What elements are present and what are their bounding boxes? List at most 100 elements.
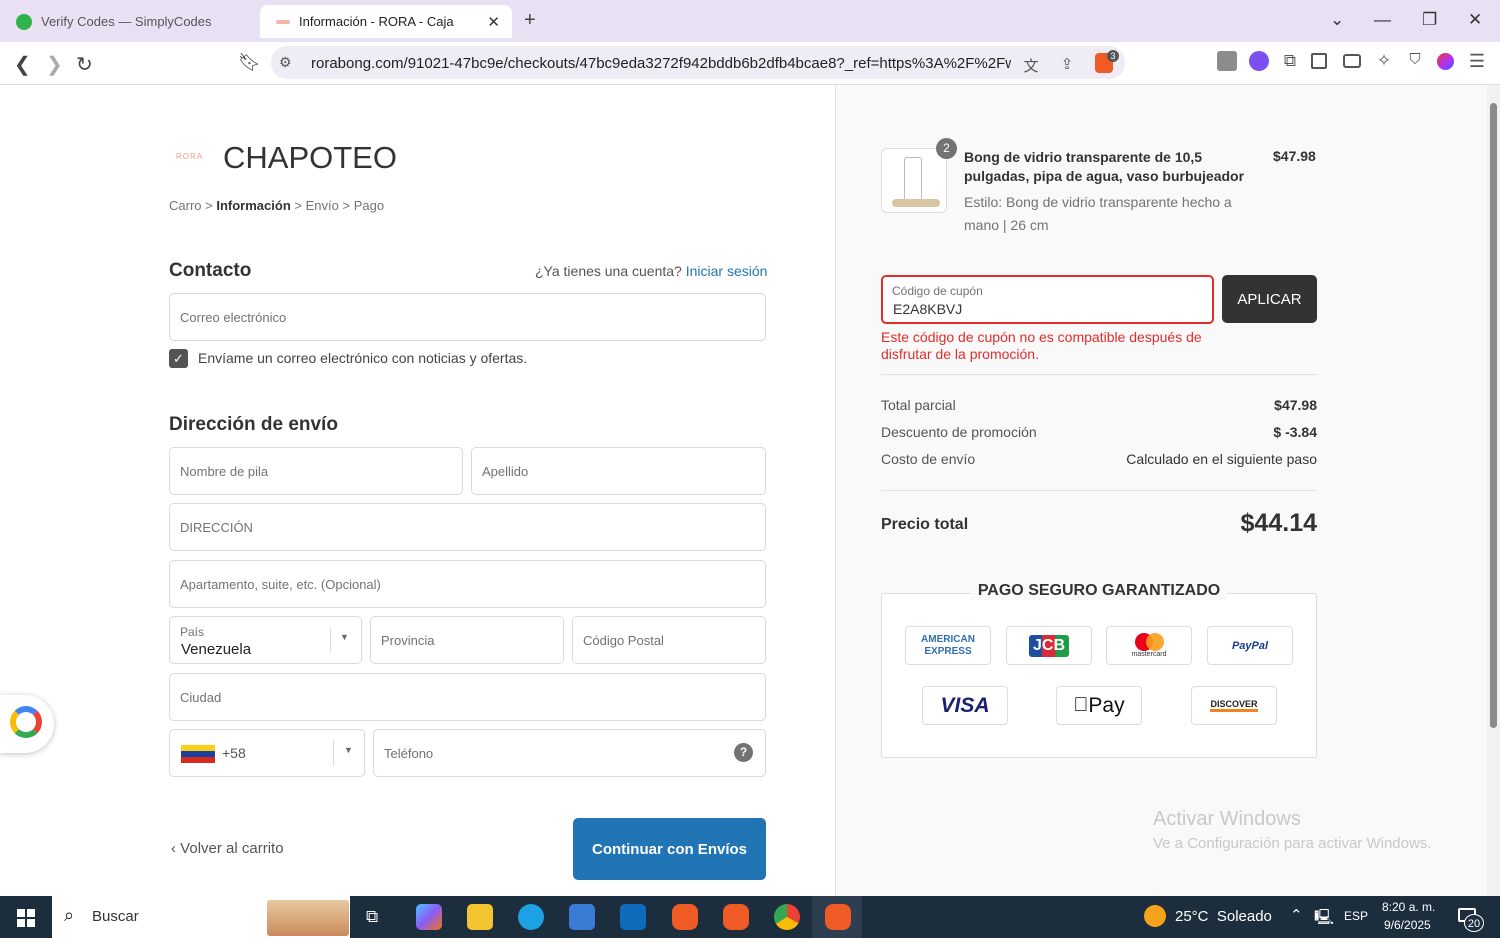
notification-count: 20 xyxy=(1464,914,1484,932)
discount-row: Descuento de promoción $ -3.84 xyxy=(881,424,1317,440)
task-view-icon[interactable]: ⧉ xyxy=(366,907,378,927)
shipping-cost-row: Costo de envío Calculado en el siguiente… xyxy=(881,451,1317,467)
coupon-label: Código de cupón xyxy=(892,284,983,298)
search-icon: ⌕ xyxy=(64,905,75,925)
newsletter-label: Envíame un correo electrónico con notici… xyxy=(198,350,528,366)
store-icon[interactable] xyxy=(569,904,595,930)
visa-text: VISA xyxy=(940,693,990,717)
bookmark-icon[interactable]: 🔖︎ xyxy=(238,52,261,73)
store-name[interactable]: CHAPOTEO xyxy=(223,140,397,176)
amex-text: AMERICAN EXPRESS xyxy=(921,633,975,657)
discover-text: DISCOVER xyxy=(1210,699,1258,712)
share-icon[interactable]: ⇪ xyxy=(1057,55,1077,75)
tab-verify-codes[interactable]: Verify Codes — SimplyCodes xyxy=(0,5,256,38)
clock-date[interactable]: 9/6/2025 xyxy=(1384,918,1431,932)
network-icon[interactable]: 🖳︎ xyxy=(1314,907,1334,932)
page-scrollbar[interactable] xyxy=(1487,85,1500,896)
new-tab-button[interactable]: + xyxy=(524,9,536,32)
secure-payment-title: PAGO SEGURO GARANTIZADO xyxy=(971,582,1227,600)
discover-icon: DISCOVER xyxy=(1191,686,1277,725)
shipping-cost-label: Costo de envío xyxy=(881,451,976,467)
postal-code-field[interactable]: Código Postal xyxy=(572,616,766,664)
breadcrumb-shipping: Envío xyxy=(305,198,339,213)
discount-label: Descuento de promoción xyxy=(881,424,1037,440)
profile-icon[interactable] xyxy=(1437,53,1454,70)
scrollbar-thumb[interactable] xyxy=(1490,103,1497,728)
maximize-button[interactable]: ❐ xyxy=(1422,10,1437,30)
province-field[interactable]: Provincia xyxy=(370,616,564,664)
wallet-icon[interactable] xyxy=(1343,54,1361,68)
brave-icon[interactable] xyxy=(723,904,749,930)
breadcrumb-cart[interactable]: Carro xyxy=(169,198,202,213)
close-window-button[interactable]: ✕ xyxy=(1468,10,1482,30)
chevron-down-icon: ▼ xyxy=(340,632,349,642)
sidebar-icon[interactable] xyxy=(1311,53,1327,69)
mastercard-icon: mastercard xyxy=(1106,626,1192,665)
windows-taskbar: ⌕ Buscar ⧉ 25°C Soleado ⌃ 🖳︎ ESP 8:20 a.… xyxy=(0,896,1500,938)
address-bar: ❮ ❯ ↻ 🔖︎ ⚙ rorabong.com/91021-47bc9e/che… xyxy=(0,42,1500,85)
back-to-cart-link[interactable]: ‹ Volver al carrito xyxy=(171,840,284,857)
chrome-icon[interactable] xyxy=(774,904,800,930)
country-select[interactable]: País Venezuela ▼ xyxy=(169,616,362,664)
file-explorer-icon[interactable] xyxy=(467,904,493,930)
continue-shipping-button[interactable]: Continuar con Envíos xyxy=(573,818,766,880)
language-indicator[interactable]: ESP xyxy=(1344,909,1368,923)
clock-time[interactable]: 8:20 a. m. xyxy=(1382,900,1435,914)
leo-ai-icon[interactable]: ✧ xyxy=(1374,51,1394,71)
tab-list-chevron-icon[interactable]: ⌄ xyxy=(1330,10,1344,30)
amex-icon: AMERICAN EXPRESS xyxy=(905,626,991,665)
first-name-field[interactable]: Nombre de pila xyxy=(169,447,463,495)
brave-icon[interactable] xyxy=(672,904,698,930)
country-value: Venezuela xyxy=(181,641,252,658)
visa-icon: VISA xyxy=(922,686,1008,725)
edge-icon[interactable] xyxy=(518,904,544,930)
forward-icon[interactable]: ❯ xyxy=(46,52,63,77)
copilot-icon[interactable] xyxy=(416,904,442,930)
mastercard-circles xyxy=(1134,633,1164,651)
tab-rora-checkout[interactable]: Información - RORA - Caja ✕ xyxy=(260,5,512,38)
tab-bar: Verify Codes — SimplyCodes Información -… xyxy=(0,0,1500,42)
vpn-shield-icon[interactable]: ⛉ xyxy=(1405,51,1425,71)
google-login-badge[interactable] xyxy=(0,695,54,753)
email-field[interactable]: Correo electrónico xyxy=(169,293,766,341)
back-icon[interactable]: ❮ xyxy=(14,52,31,77)
breadcrumb-separator: > xyxy=(342,198,351,213)
extension-purple-icon[interactable] xyxy=(1249,51,1269,71)
phone-field[interactable]: Teléfono ? xyxy=(373,729,766,777)
activate-windows-title: Activar Windows xyxy=(1153,808,1301,830)
apartment-field[interactable]: Apartamento, suite, etc. (Opcional) xyxy=(169,560,766,608)
translate-icon[interactable]: 文 xyxy=(1021,55,1041,75)
apply-coupon-button[interactable]: APLICAR xyxy=(1222,275,1317,323)
chevron-up-icon[interactable]: ⌃ xyxy=(1290,906,1303,924)
minimize-button[interactable]: — xyxy=(1374,10,1391,30)
city-field[interactable]: Ciudad xyxy=(169,673,766,721)
apartment-placeholder: Apartamento, suite, etc. (Opcional) xyxy=(180,577,381,592)
province-placeholder: Provincia xyxy=(381,633,435,648)
close-tab-icon[interactable]: ✕ xyxy=(487,13,500,31)
address-field[interactable]: DIRECCIÓN xyxy=(169,503,766,551)
phone-country-select[interactable]: +58 ▼ xyxy=(169,729,365,777)
brave-icon[interactable] xyxy=(825,904,851,930)
taskbar-search[interactable]: ⌕ Buscar xyxy=(52,896,350,938)
breadcrumb-info: Información xyxy=(216,198,291,213)
help-icon[interactable]: ? xyxy=(734,743,753,762)
extensions-puzzle-icon[interactable]: ⧉ xyxy=(1280,51,1300,71)
login-link[interactable]: Iniciar sesión xyxy=(686,263,768,279)
url-field[interactable]: ⚙ rorabong.com/91021-47bc9e/checkouts/47… xyxy=(271,46,1125,79)
taskbar-search-label: Buscar xyxy=(92,908,139,925)
extension-image-icon[interactable] xyxy=(1217,51,1237,71)
rora-favicon-icon xyxy=(276,19,290,24)
menu-icon[interactable]: ☰ xyxy=(1467,51,1487,71)
last-name-field[interactable]: Apellido xyxy=(471,447,766,495)
site-info-icon[interactable]: ⚙ xyxy=(279,54,292,71)
search-highlight-image xyxy=(267,900,349,936)
weather-text[interactable]: 25°C Soleado xyxy=(1175,908,1272,925)
mastercard-text: mastercard xyxy=(1131,651,1167,658)
outlook-icon[interactable] xyxy=(620,904,646,930)
reload-icon[interactable]: ↻ xyxy=(76,52,93,77)
coupon-field[interactable]: Código de cupón E2A8KBVJ xyxy=(881,275,1214,324)
phone-code: +58 xyxy=(222,745,246,761)
windows-start-icon[interactable] xyxy=(17,909,35,927)
newsletter-checkbox[interactable]: ✓ xyxy=(169,349,188,368)
coupon-value: E2A8KBVJ xyxy=(893,301,963,317)
